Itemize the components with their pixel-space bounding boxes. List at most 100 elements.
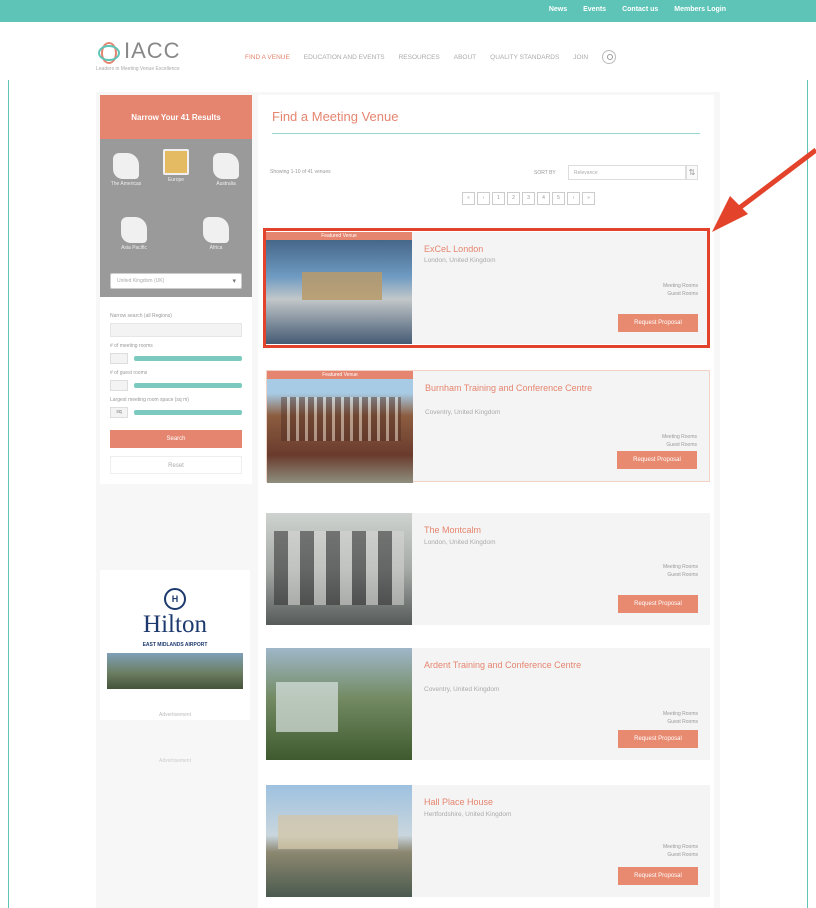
hilton-name: Hilton [143, 611, 207, 638]
page-1[interactable]: 1 [492, 192, 505, 205]
nav-education-events[interactable]: EDUCATION AND EVENTS [304, 54, 385, 61]
largest-space-label: Largest meeting room space (sq m) [110, 397, 189, 403]
largest-space-slider: sq [110, 407, 242, 418]
pagination: « ‹ 1 2 3 4 5 › » [462, 192, 597, 205]
guest-rooms-min[interactable] [110, 380, 128, 391]
venue-card[interactable]: The Montcalm London, United Kingdom Meet… [266, 513, 710, 625]
featured-tag: Featured Venue [267, 371, 413, 379]
request-proposal-button[interactable]: Request Proposal [618, 595, 698, 613]
location-filter-label: Narrow search (all Regions) [110, 313, 172, 319]
page-title: Find a Meeting Venue [272, 109, 399, 124]
top-link-contact[interactable]: Contact us [622, 6, 658, 13]
guest-rooms-slider [110, 380, 242, 391]
venue-name[interactable]: Ardent Training and Conference Centre [424, 660, 604, 671]
request-proposal-button[interactable]: Request Proposal [618, 730, 698, 748]
largest-space-track[interactable] [134, 410, 242, 415]
meeting-rooms-stat: Meeting Rooms [662, 564, 698, 570]
main-nav: FIND A VENUE EDUCATION AND EVENTS RESOUR… [245, 50, 617, 64]
sort-direction-icon[interactable]: ⇅ [686, 165, 698, 180]
venue-card[interactable]: Featured Venue Burnham Training and Conf… [266, 370, 710, 483]
region-select[interactable]: United Kingdom (UK) [110, 273, 242, 289]
meeting-rooms-slider [110, 353, 242, 364]
page-first[interactable]: « [462, 192, 475, 205]
hilton-logo-icon: H [164, 588, 186, 610]
venue-location: Coventry, United Kingdom [424, 686, 500, 693]
region-europe[interactable]: Europe [156, 149, 196, 183]
venue-photo[interactable] [266, 785, 412, 897]
venue-photo[interactable] [266, 513, 412, 625]
page-next[interactable]: › [567, 192, 580, 205]
hilton-subtitle: EAST MIDLANDS AIRPORT [142, 642, 208, 648]
venue-name[interactable]: Hall Place House [424, 797, 604, 808]
guest-rooms-label: # of guest rooms [110, 370, 148, 376]
ad-caption-secondary: Advertisement [159, 758, 191, 764]
venue-stats: Meeting Rooms Guest Rooms [618, 843, 698, 859]
request-proposal-button[interactable]: Request Proposal [617, 451, 697, 469]
page-prev[interactable]: ‹ [477, 192, 490, 205]
guest-rooms-stat: Guest Rooms [666, 442, 697, 448]
page-4[interactable]: 4 [537, 192, 550, 205]
guest-rooms-stat: Guest Rooms [667, 852, 698, 858]
nav-resources[interactable]: RESOURCES [399, 54, 440, 61]
venue-location: Coventry, United Kingdom [425, 409, 501, 416]
venue-photo[interactable] [267, 371, 413, 483]
top-link-members-login[interactable]: Members Login [674, 6, 726, 13]
logo-text: IACC [124, 38, 181, 63]
venue-photo[interactable] [266, 648, 412, 760]
venue-name[interactable]: Burnham Training and Conference Centre [425, 383, 605, 394]
australia-map-icon [213, 153, 239, 179]
meeting-rooms-label: # of meeting rooms [110, 343, 153, 349]
largest-space-unit[interactable]: sq [110, 407, 128, 418]
venue-name[interactable]: The Montcalm [424, 525, 604, 536]
guest-rooms-track[interactable] [134, 383, 242, 388]
nav-quality-standards[interactable]: QUALITY STANDARDS [490, 54, 559, 61]
sidebar-heading: Narrow Your 41 Results [100, 95, 252, 145]
filter-panel: Narrow search (all Regions) # of meeting… [100, 297, 252, 484]
region-australia[interactable]: Australia [206, 153, 246, 187]
guest-rooms-stat: Guest Rooms [667, 572, 698, 578]
guest-rooms-stat: Guest Rooms [667, 719, 698, 725]
meeting-rooms-stat: Meeting Rooms [662, 844, 698, 850]
search-icon[interactable] [602, 50, 617, 64]
logo-tagline: Leaders in Meeting Venue Excellence [96, 66, 180, 72]
region-americas[interactable]: The Americas [106, 153, 146, 187]
location-input[interactable] [110, 323, 242, 337]
top-bar: News Events Contact us Members Login [0, 0, 816, 22]
nav-find-a-venue[interactable]: FIND A VENUE [245, 54, 290, 61]
hilton-ad-image [107, 653, 243, 689]
page-last[interactable]: » [582, 192, 595, 205]
americas-map-icon [113, 153, 139, 179]
page-2[interactable]: 2 [507, 192, 520, 205]
sort-label: SORT BY [534, 170, 556, 176]
europe-map-icon [163, 149, 189, 175]
venue-location: London, United Kingdom [424, 539, 496, 546]
search-button[interactable]: Search [110, 430, 242, 448]
region-africa[interactable]: Africa [196, 217, 236, 251]
meeting-rooms-track[interactable] [134, 356, 242, 361]
hilton-advert[interactable]: H Hilton EAST MIDLANDS AIRPORT [100, 570, 250, 720]
venue-location: Hertfordshire, United Kingdom [424, 811, 512, 818]
venue-stats: Meeting Rooms Guest Rooms [618, 710, 698, 726]
request-proposal-button[interactable]: Request Proposal [618, 867, 698, 885]
top-link-events[interactable]: Events [583, 6, 606, 13]
region-asia-pacific[interactable]: Asia Pacific [114, 217, 154, 251]
page-5[interactable]: 5 [552, 192, 565, 205]
top-link-news[interactable]: News [549, 6, 567, 13]
page-3[interactable]: 3 [522, 192, 535, 205]
nav-join[interactable]: JOIN [573, 54, 588, 61]
venue-card[interactable]: Ardent Training and Conference Centre Co… [266, 648, 710, 760]
reset-button[interactable]: Reset [110, 456, 242, 474]
logo-mark-icon [96, 40, 118, 64]
venue-stats: Meeting Rooms Guest Rooms [617, 433, 697, 449]
meeting-rooms-min[interactable] [110, 353, 128, 364]
sort-select[interactable]: Relevance [568, 165, 686, 180]
result-count: Showing 1-10 of 41 venues [270, 169, 331, 175]
meeting-rooms-stat: Meeting Rooms [661, 434, 697, 440]
results-panel: Find a Meeting Venue Showing 1-10 of 41 … [258, 95, 714, 908]
site-logo[interactable]: IACC [96, 38, 181, 64]
meeting-rooms-stat: Meeting Rooms [662, 711, 698, 717]
nav-about[interactable]: ABOUT [454, 54, 476, 61]
africa-map-icon [203, 217, 229, 243]
venue-card[interactable]: Hall Place House Hertfordshire, United K… [266, 785, 710, 897]
title-divider [272, 133, 700, 134]
